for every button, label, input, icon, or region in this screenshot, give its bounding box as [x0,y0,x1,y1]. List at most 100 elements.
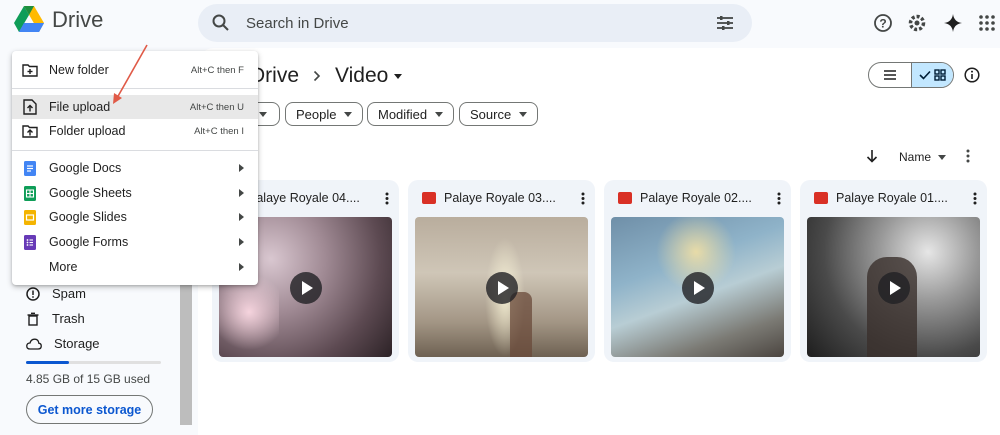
view-toggle [868,62,954,88]
menu-item-label: More [49,260,78,274]
folder-upload-icon [22,123,38,139]
chevron-right-icon [239,263,244,271]
file-upload-icon [22,99,38,115]
search-bar[interactable]: Search in Drive [198,4,752,42]
more-vert-icon[interactable] [385,192,389,205]
chip-label: Source [470,106,512,122]
play-icon [878,272,910,304]
sidebar-item-storage[interactable]: Storage [26,336,100,351]
check-icon [919,70,931,80]
menu-item-google-sheets[interactable]: Google Sheets [12,181,258,205]
chevron-right-icon [239,213,244,221]
grid-view-button[interactable] [910,63,953,87]
get-more-storage-button[interactable]: Get more storage [26,395,153,424]
chevron-down-icon [394,73,403,79]
chevron-down-icon [435,111,444,117]
menu-item-more[interactable]: More [12,255,258,279]
chevron-down-icon [259,111,267,117]
menu-item-shortcut: Alt+C then I [194,125,244,137]
search-options-icon[interactable] [710,8,740,38]
sidebar-item-spam[interactable]: Spam [26,286,86,301]
list-icon [883,70,896,80]
sort-direction-icon[interactable] [857,141,887,171]
annotation-arrow-icon [113,44,148,104]
chip-label: Modified [378,106,428,122]
svg-text:?: ? [879,17,886,31]
gemini-icon[interactable] [938,8,968,38]
settings-icon[interactable] [902,8,932,38]
video-file-icon [618,192,632,204]
help-icon[interactable]: ? [868,8,898,38]
play-icon [290,272,322,304]
sidebar-item-label: Spam [52,286,86,301]
video-file-icon [422,192,436,204]
menu-item-google-docs[interactable]: Google Docs [12,156,258,180]
storage-used-text: 4.85 GB of 15 GB used [26,372,151,386]
chevron-right-icon [239,189,244,197]
menu-item-google-forms[interactable]: Google Forms [12,230,258,254]
play-icon [682,272,714,304]
video-file-icon [814,192,828,204]
more-options-icon[interactable] [953,141,983,171]
sidebar-item-trash[interactable]: Trash [26,311,85,326]
apps-grid-icon[interactable] [972,8,1000,38]
people-filter-chip[interactable]: People [285,102,364,126]
file-card[interactable]: Palaye Royale 03.... [408,180,595,362]
storage-bar-fill [26,361,70,364]
source-filter-chip[interactable]: Source [459,102,539,126]
chevron-right-icon [313,70,321,82]
file-title: Palaye Royale 02.... [640,191,752,205]
chevron-right-icon [239,164,244,172]
menu-item-folder-upload[interactable]: Folder upload Alt+C then I [12,119,258,143]
sidebar-item-label: Storage [54,336,100,351]
menu-item-shortcut: Alt+C then F [190,64,244,76]
file-card[interactable]: Palaye Royale 01.... [800,180,987,362]
video-thumbnail[interactable] [415,217,588,357]
chevron-down-icon [938,154,947,160]
chevron-down-icon [519,111,528,117]
breadcrumb-current-button[interactable]: Video [335,64,403,88]
play-icon [486,272,518,304]
sidebar-item-label: Trash [52,311,85,326]
details-info-icon[interactable] [957,60,987,90]
file-title: Palaye Royale 03.... [444,191,556,205]
sidebar-scrollbar[interactable] [180,280,192,425]
list-view-button[interactable] [869,63,911,87]
google-slides-icon [22,209,38,225]
search-input[interactable]: Search in Drive [246,15,710,32]
app-name: Drive [52,6,104,32]
more-vert-icon[interactable] [973,192,977,205]
grid-icon [934,69,946,81]
search-icon[interactable] [206,8,236,38]
chevron-right-icon [239,238,244,246]
chevron-down-icon [344,111,353,117]
more-vert-icon[interactable] [777,192,781,205]
file-card[interactable]: Palaye Royale 02.... [604,180,791,362]
more-vert-icon[interactable] [581,192,585,205]
menu-item-label: Google Sheets [49,186,132,200]
menu-item-shortcut: Alt+C then U [189,101,244,113]
cloud-icon [26,338,42,350]
drive-logo-icon [14,6,44,32]
google-docs-icon [22,160,38,176]
trash-icon [27,312,39,326]
breadcrumb-current: Video [335,64,389,87]
menu-item-google-slides[interactable]: Google Slides [12,205,258,229]
storage-bar [26,361,161,364]
drive-logo[interactable]: Drive [14,6,103,33]
video-thumbnail[interactable] [611,217,784,357]
video-thumbnail[interactable] [807,217,980,357]
file-title: Palaye Royale 04.... [248,191,360,205]
menu-item-label: Google Docs [49,161,122,175]
breadcrumb: Drive Video [250,64,403,88]
google-forms-icon [22,234,38,250]
menu-divider [12,150,258,151]
sort-by-button[interactable]: Name [899,150,947,164]
modified-filter-chip[interactable]: Modified [367,102,455,126]
sort-label: Name [899,150,932,164]
google-sheets-icon [22,185,38,201]
file-title: Palaye Royale 01.... [836,191,948,205]
menu-item-label: Google Slides [49,210,127,224]
chip-label: People [296,106,337,122]
new-folder-icon [22,62,38,78]
